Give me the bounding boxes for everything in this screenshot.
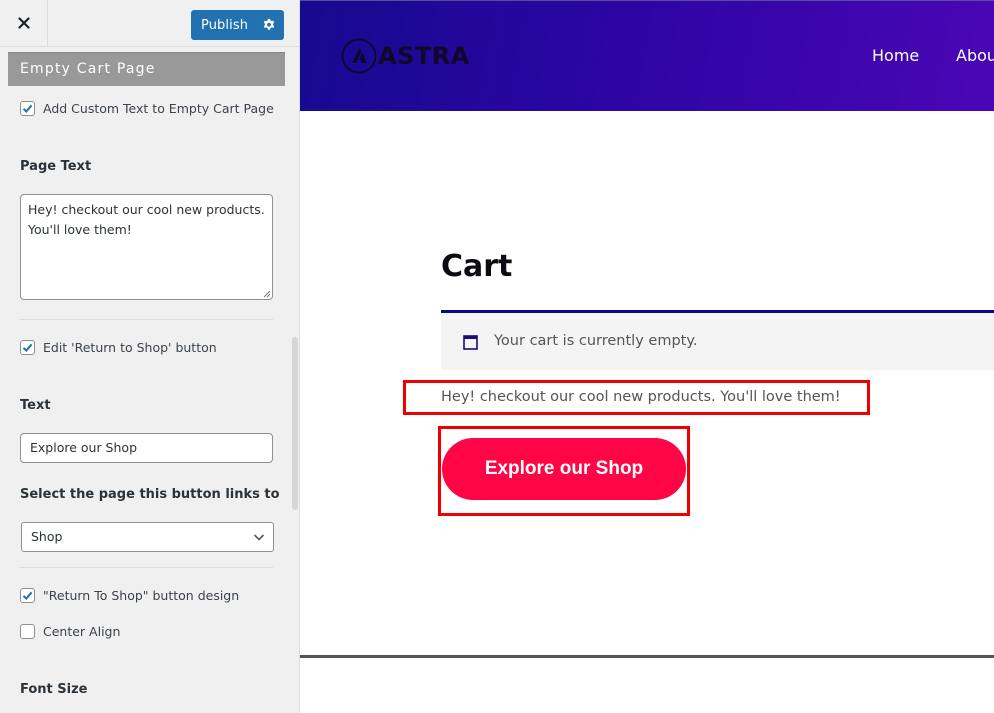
divider (20, 567, 273, 568)
publish-button[interactable]: Publish (191, 10, 284, 40)
checkbox-label: Edit 'Return to Shop' button (43, 340, 217, 355)
footer-divider (300, 655, 994, 658)
checkbox-label: Center Align (43, 624, 121, 639)
astra-logo-icon (341, 38, 377, 74)
nav-about[interactable]: Abou (956, 46, 994, 65)
font-size-title: Font Size (20, 682, 88, 697)
logo-text: ASTRA (378, 42, 470, 70)
site-header: ASTRA Home Abou (300, 0, 994, 111)
sidebar-scrollbar[interactable] (292, 337, 298, 510)
link-page-select[interactable]: Shop (21, 522, 274, 552)
checkmark-icon (22, 591, 33, 600)
page-text-title: Page Text (20, 159, 92, 174)
page-text-textarea[interactable]: Hey! checkout our cool new products. You… (20, 194, 273, 300)
notice-text: Your cart is currently empty. (494, 333, 698, 349)
select-value: Shop (31, 529, 63, 544)
close-icon (17, 17, 30, 29)
close-button[interactable] (0, 0, 48, 46)
edit-return-button-checkbox[interactable]: Edit 'Return to Shop' button (20, 340, 217, 355)
explore-shop-button[interactable]: Explore our Shop (442, 438, 686, 500)
cart-empty-notice: Your cart is currently empty. (441, 310, 994, 370)
page-title: Cart (441, 249, 513, 284)
checkbox-label: "Return To Shop" button design (43, 588, 240, 603)
checkbox[interactable] (20, 101, 35, 116)
divider (20, 319, 273, 320)
checkbox[interactable] (20, 340, 35, 355)
text-field-title: Text (20, 398, 51, 413)
add-custom-text-checkbox[interactable]: Add Custom Text to Empty Cart Page (20, 101, 274, 116)
checkbox-label: Add Custom Text to Empty Cart Page (43, 101, 274, 116)
gear-icon[interactable] (262, 18, 276, 32)
chevron-down-icon (253, 534, 265, 541)
checkbox[interactable] (20, 588, 35, 603)
button-text-input[interactable]: Explore our Shop (20, 433, 273, 463)
checkmark-icon (22, 104, 33, 113)
center-align-checkbox[interactable]: Center Align (20, 624, 120, 639)
publish-label: Publish (201, 17, 249, 33)
checkmark-icon (22, 343, 33, 352)
site-logo[interactable]: ASTRA (341, 38, 470, 74)
nav-home[interactable]: Home (872, 46, 919, 65)
section-title: Empty Cart Page (8, 52, 285, 86)
button-design-checkbox[interactable]: "Return To Shop" button design (20, 588, 239, 603)
custom-empty-cart-text: Hey! checkout our cool new products. You… (441, 389, 841, 405)
resize-handle-icon[interactable] (262, 289, 271, 298)
customizer-header: Publish (0, 0, 299, 47)
link-select-title: Select the page this button links to (20, 487, 280, 502)
customizer-sidebar: Publish Empty Cart Page Add Custom Text … (0, 0, 300, 713)
window-icon (463, 335, 478, 350)
checkbox[interactable] (20, 624, 35, 639)
site-preview: ASTRA Home Abou Cart Your cart is curren… (300, 0, 994, 713)
